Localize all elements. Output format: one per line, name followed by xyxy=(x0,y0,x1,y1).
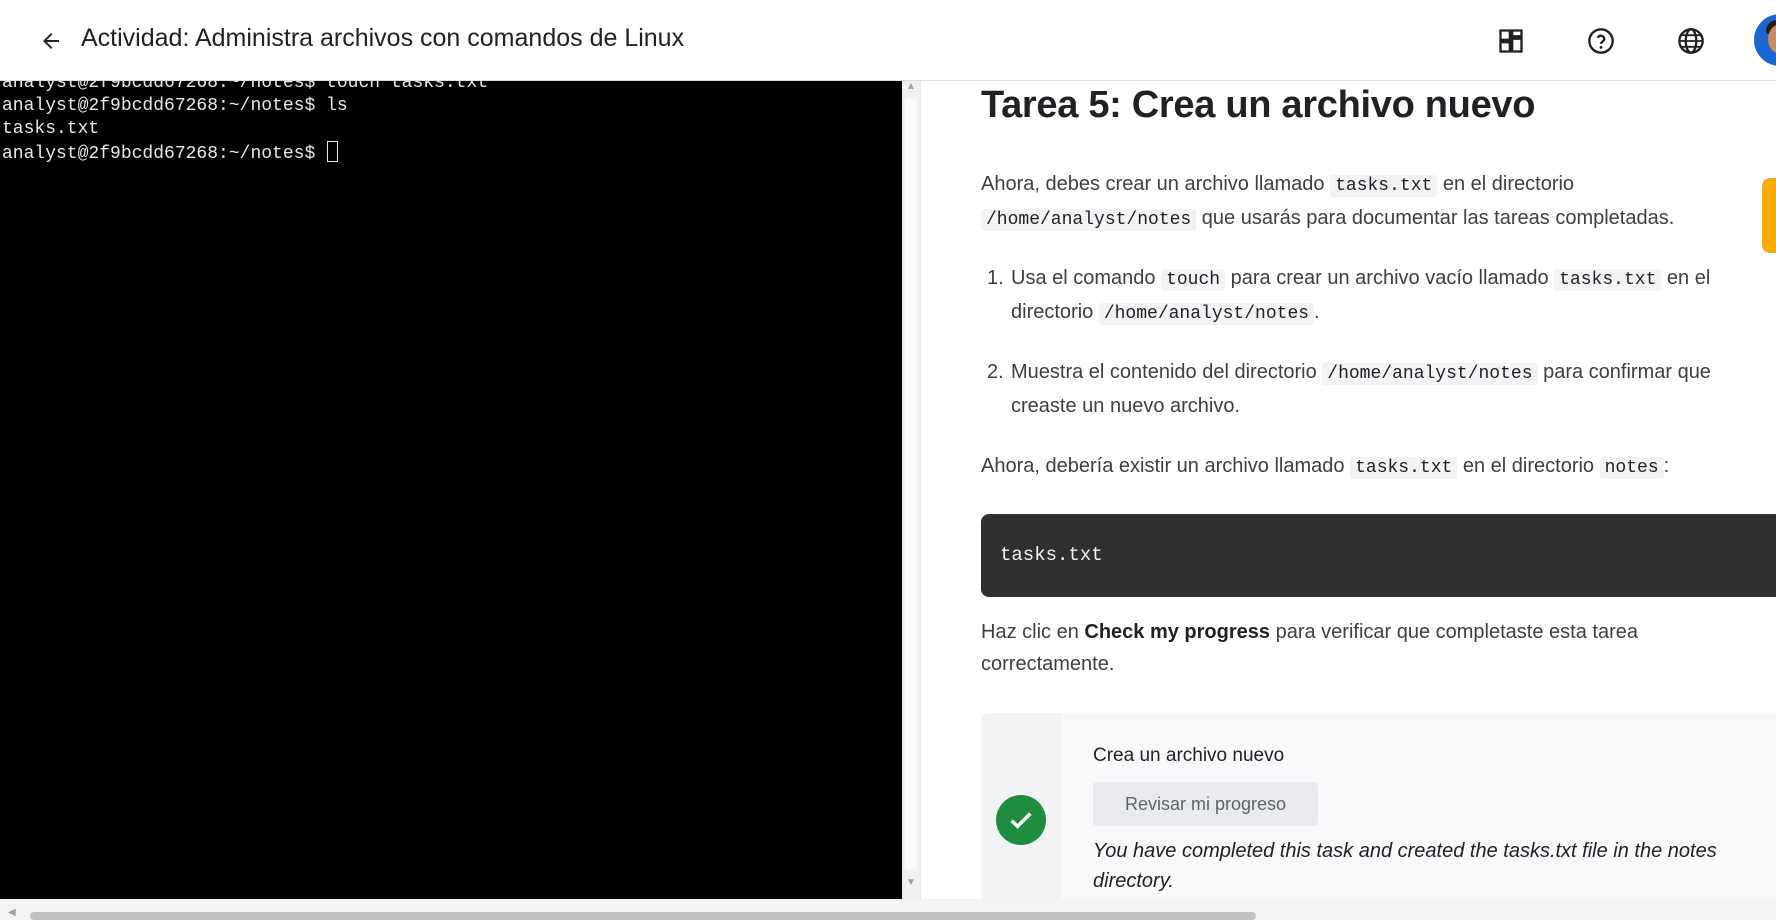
step-text: para crear un archivo vacío llamado xyxy=(1225,267,1555,289)
step-text: en el xyxy=(1661,267,1711,289)
step-2: 2. Muestra el contenido del directorio /… xyxy=(981,356,1761,422)
code-block: tasks.txt xyxy=(981,514,1776,597)
step-text: para confirmar que xyxy=(1537,361,1711,383)
step-1: 1. Usa el comando touch para crear un ar… xyxy=(981,262,1761,330)
progress-message: You have completed this task and created… xyxy=(1093,840,1717,892)
step-text: Muestra el contenido del directorio xyxy=(1011,361,1323,383)
check-text: correctamente. xyxy=(981,653,1115,675)
step-text: directorio xyxy=(1011,301,1099,323)
check-progress-emphasis: Check my progress xyxy=(1084,621,1271,643)
intro-text: Ahora, debes crear un archivo llamado xyxy=(981,173,1331,195)
check-text: Haz clic en xyxy=(981,621,1085,643)
result-text: Ahora, debería existir un archivo llamad… xyxy=(981,455,1351,477)
terminal-line: analyst@2f9bcdd67268:~/notes$ ls xyxy=(2,96,348,116)
panel-divider xyxy=(920,81,921,899)
intro-text: que usarás para documentar las tareas co… xyxy=(1196,207,1675,229)
terminal-cursor xyxy=(327,141,339,162)
step-number: 2. xyxy=(987,361,1004,383)
help-icon[interactable] xyxy=(1584,24,1618,58)
scrollbar-thumb[interactable] xyxy=(30,912,1256,920)
inline-code: /home/analyst/notes xyxy=(1098,303,1315,325)
language-globe-icon[interactable] xyxy=(1674,24,1708,58)
task-complete-check-icon xyxy=(996,795,1046,845)
terminal-line: analyst@2f9bcdd67268:~/notes$ touch task… xyxy=(2,81,489,93)
task-heading: Tarea 5: Crea un archivo nuevo xyxy=(981,84,1536,126)
scroll-down-icon[interactable]: ▼ xyxy=(906,877,916,888)
check-progress-button[interactable]: Revisar mi progreso xyxy=(1093,782,1318,826)
intro-paragraph: Ahora, debes crear un archivo llamado ta… xyxy=(981,168,1761,236)
terminal-output: analyst@2f9bcdd67268:~/notes$ touch task… xyxy=(2,81,488,166)
step-text: creaste un nuevo archivo. xyxy=(1011,395,1241,417)
terminal-prompt: analyst@2f9bcdd67268:~/notes$ xyxy=(2,144,327,164)
inline-code: tasks.txt xyxy=(1330,175,1438,197)
check-text: para verificar que completaste esta tare… xyxy=(1270,621,1638,643)
scrollbar-thumb[interactable] xyxy=(905,99,917,869)
check-instruction-paragraph: Haz clic en Check my progress para verif… xyxy=(981,616,1761,680)
step-text: . xyxy=(1314,301,1320,323)
inline-code: touch xyxy=(1161,269,1226,291)
page-title: Actividad: Administra archivos con coman… xyxy=(81,24,685,52)
inline-code: notes xyxy=(1599,457,1664,479)
scroll-left-icon[interactable]: ◀ xyxy=(8,907,16,918)
result-text: : xyxy=(1663,455,1670,477)
result-paragraph: Ahora, debería existir un archivo llamad… xyxy=(981,450,1761,484)
result-text: en el directorio xyxy=(1457,455,1600,477)
inline-code: tasks.txt xyxy=(1554,269,1662,291)
inline-code: /home/analyst/notes xyxy=(1322,363,1538,385)
inline-code: /home/analyst/notes xyxy=(981,209,1197,231)
progress-task-title: Crea un archivo nuevo xyxy=(1093,745,1285,766)
inline-code: tasks.txt xyxy=(1350,457,1458,479)
terminal-prompt-line: analyst@2f9bcdd67268:~/notes$ xyxy=(2,141,488,166)
horizontal-scrollbar[interactable]: ◀ xyxy=(0,899,1776,920)
back-arrow-icon[interactable] xyxy=(36,26,66,56)
side-feedback-tab[interactable] xyxy=(1762,178,1776,253)
scroll-up-icon[interactable]: ▲ xyxy=(906,81,916,92)
intro-text: en el directorio xyxy=(1437,173,1575,195)
avatar[interactable] xyxy=(1754,14,1776,66)
code-block-text: tasks.txt xyxy=(1000,544,1103,566)
top-bar: Actividad: Administra archivos con coman… xyxy=(0,0,1776,81)
step-number: 1. xyxy=(987,267,1004,289)
dashboard-icon[interactable] xyxy=(1494,24,1528,58)
terminal-window[interactable]: analyst@2f9bcdd67268:~/notes$ touch task… xyxy=(0,81,902,899)
terminal-line: tasks.txt xyxy=(2,119,100,139)
step-text: Usa el comando xyxy=(1011,267,1162,289)
terminal-vertical-scrollbar[interactable]: ▲ ▼ xyxy=(902,81,920,899)
